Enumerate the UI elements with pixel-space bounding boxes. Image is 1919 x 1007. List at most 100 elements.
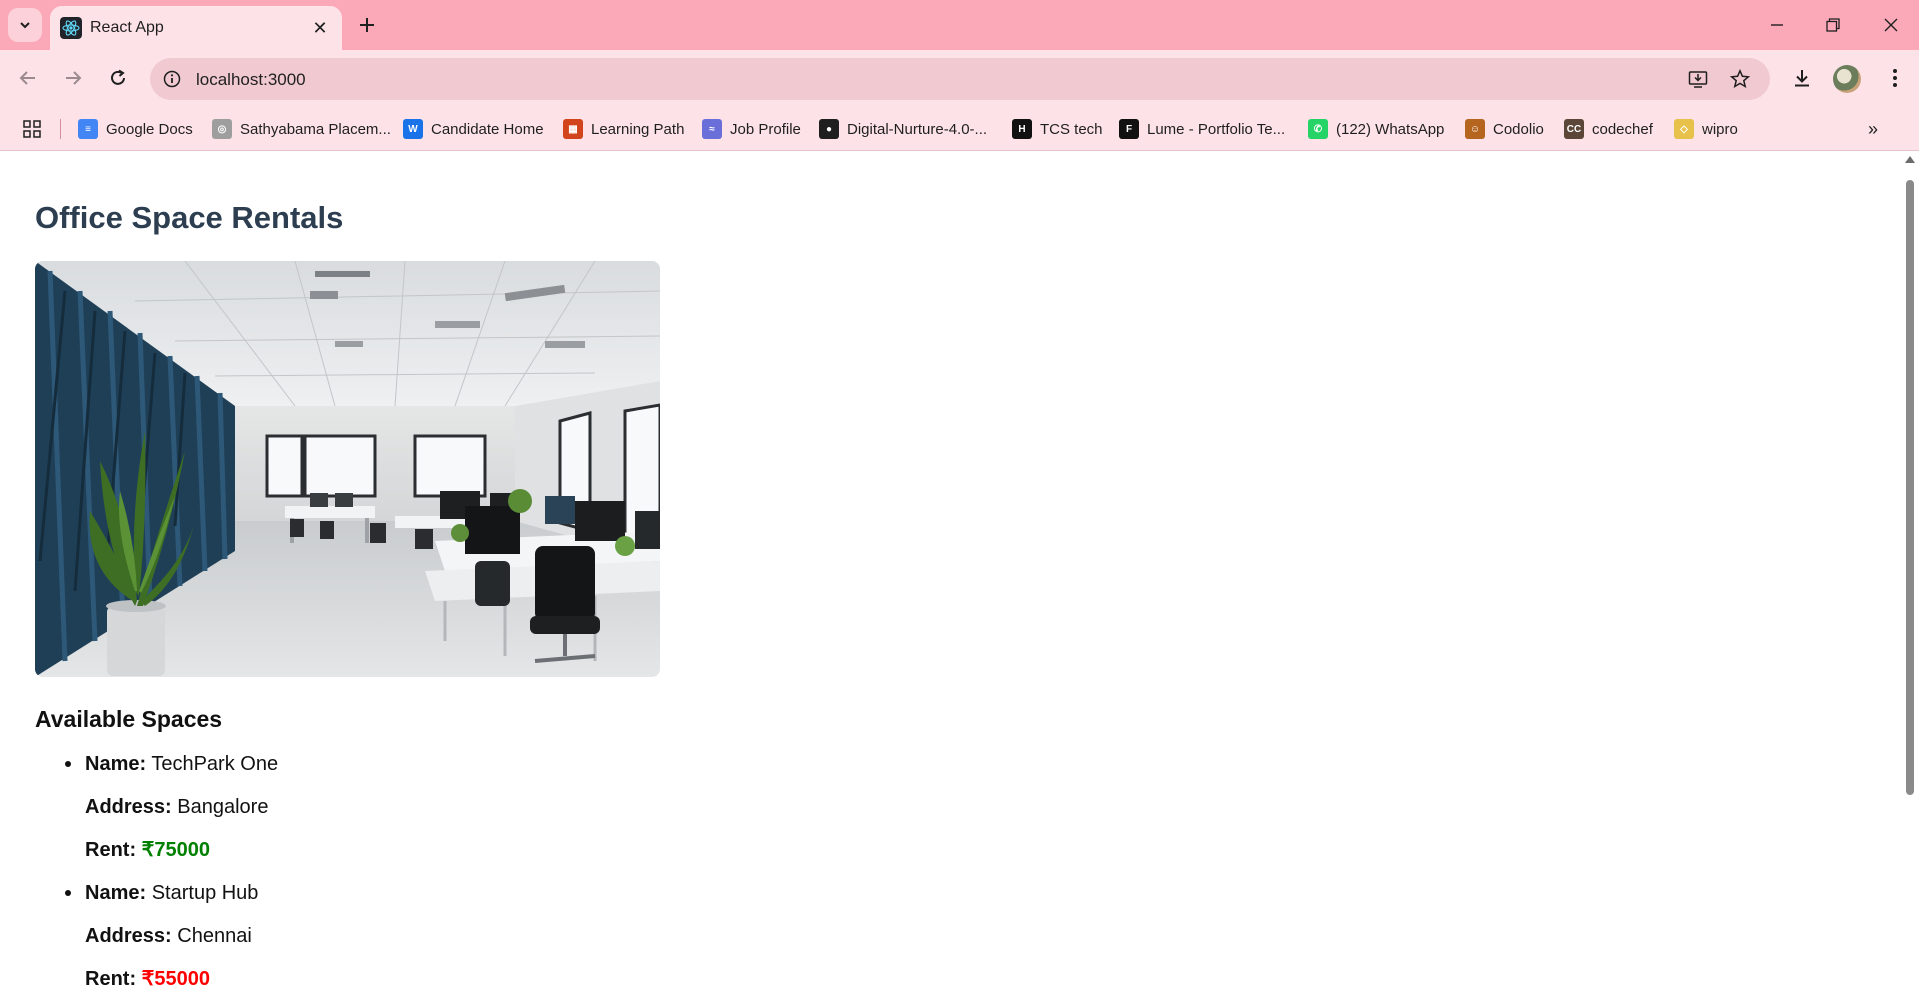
rent-label: Rent: [85,839,137,861]
url-text: localhost:3000 [196,70,306,89]
codolio-icon: ☺ [1465,119,1485,139]
reload-icon [111,69,125,85]
minimize-button[interactable] [1762,10,1792,40]
name-value: Startup Hub [151,882,259,904]
back-arrow-icon [19,71,35,85]
plus-icon [360,18,374,32]
name-value: TechPark One [151,753,279,775]
more-bookmarks-icon[interactable]: » [1861,117,1885,141]
active-tab[interactable]: React App ✕ [50,6,342,50]
close-window-button[interactable] [1876,10,1906,40]
learning-path-icon: ▦ [563,119,583,139]
page-scrollbar[interactable] [1900,152,1919,1007]
name-label: Name: [85,753,147,775]
new-tab-button[interactable] [354,12,380,38]
space-address: Address: Chennai [85,918,278,961]
codechef-icon: CC [1564,119,1584,139]
bookmark-item[interactable]: F Lume - Portfolio Te... [1119,117,1285,141]
candidate-icon: W [403,119,423,139]
site-info-icon[interactable] [160,67,184,91]
address-value: Chennai [177,925,252,947]
whatsapp-icon: ✆ [1308,119,1328,139]
forward-button[interactable] [58,63,88,93]
bookmarks-bar: ≡ Google Docs ◎ Sathyabama Placem... W Candid… [0,107,1919,151]
browser-toolbar: localhost:3000 [0,50,1919,107]
apps-grid-icon[interactable] [20,117,44,141]
bookmark-item[interactable]: CC codechef [1564,117,1653,141]
section-heading: Available Spaces [35,706,223,732]
name-label: Name: [85,882,147,904]
bookmark-star-icon[interactable] [1728,67,1752,91]
minimize-icon [1771,24,1783,26]
google-docs-icon: ≡ [78,119,98,139]
restore-icon [1826,18,1840,32]
list-item: Name: TechPark One Address: Bangalore Re… [64,746,278,875]
chevron-down-icon [20,22,30,29]
bookmark-label: codechef [1592,120,1653,138]
address-bar[interactable]: localhost:3000 [150,58,1770,100]
download-icon [1795,70,1809,87]
close-icon [1884,18,1898,32]
bookmark-item[interactable]: ◇ wipro [1674,117,1738,141]
bookmark-item[interactable]: ▦ Learning Path [563,117,684,141]
bookmark-label: Lume - Portfolio Te... [1147,120,1286,138]
bookmark-item[interactable]: H TCS tech [1012,117,1103,141]
reload-button[interactable] [103,63,133,93]
space-address: Address: Bangalore [85,789,278,832]
kebab-menu-icon [1893,69,1897,87]
scroll-up-arrow-icon[interactable] [1905,156,1915,163]
bookmark-item[interactable]: ☺ Codolio [1465,117,1544,141]
bookmark-label: Candidate Home [431,120,544,138]
page-title: Office Space Rentals [35,200,344,235]
job-profile-icon: ≈ [702,119,722,139]
profile-avatar[interactable] [1833,65,1861,93]
rent-value: ₹55000 [141,968,211,990]
bookmark-label: Codolio [1493,120,1544,138]
install-app-icon[interactable] [1686,67,1710,91]
bookmark-label: Google Docs [106,120,193,138]
tab-title: React App [90,19,164,36]
back-button[interactable] [13,63,43,93]
downloads-button[interactable] [1787,63,1817,93]
rent-value: ₹75000 [141,839,211,861]
bookmark-label: wipro [1702,120,1738,138]
bookmark-label: (122) WhatsApp [1336,120,1445,138]
github-icon: ● [819,119,839,139]
spaces-list: Name: TechPark One Address: Bangalore Re… [64,746,278,1004]
bookmark-label: Sathyabama Placem... [240,120,391,138]
sathyabama-icon: ◎ [212,119,232,139]
address-label: Address: [85,796,172,818]
space-name: Name: Startup Hub [85,875,278,918]
office-interior-image [35,261,660,677]
bookmark-item[interactable]: W Candidate Home [403,117,544,141]
rent-label: Rent: [85,968,137,990]
bookmark-item[interactable]: ● Digital-Nurture-4.0-... [819,117,987,141]
bookmark-item[interactable]: ✆ (122) WhatsApp [1308,117,1444,141]
wipro-icon: ◇ [1674,119,1694,139]
bookmark-label: Digital-Nurture-4.0-... [847,120,988,138]
framer-icon: F [1119,119,1139,139]
tcs-icon: H [1012,119,1032,139]
space-name: Name: TechPark One [85,746,278,789]
bookmark-item[interactable]: ◎ Sathyabama Placem... [212,117,391,141]
space-rent: Rent: ₹55000 [85,961,278,1004]
bookmark-item[interactable]: ≡ Google Docs [78,117,193,141]
list-item: Name: Startup Hub Address: Chennai Rent:… [64,875,278,1004]
tab-search-button[interactable] [8,8,42,42]
bookmark-label: Learning Path [591,120,685,138]
forward-arrow-icon [66,71,82,85]
address-value: Bangalore [177,796,269,818]
tab-strip: React App ✕ [0,0,1919,50]
tab-close-icon[interactable]: ✕ [308,16,332,40]
restore-button[interactable] [1818,10,1848,40]
bookmark-item[interactable]: ≈ Job Profile [702,117,801,141]
bookmark-label: Job Profile [730,120,801,138]
bookmarks-divider [60,119,61,139]
page-viewport: Office Space Rentals Available Spaces Na… [0,152,1900,1007]
react-icon [60,17,82,39]
bookmark-label: TCS tech [1040,120,1103,138]
scroll-thumb[interactable] [1906,180,1914,795]
space-rent: Rent: ₹75000 [85,832,278,875]
browser-menu-button[interactable] [1880,63,1910,93]
address-label: Address: [85,925,172,947]
